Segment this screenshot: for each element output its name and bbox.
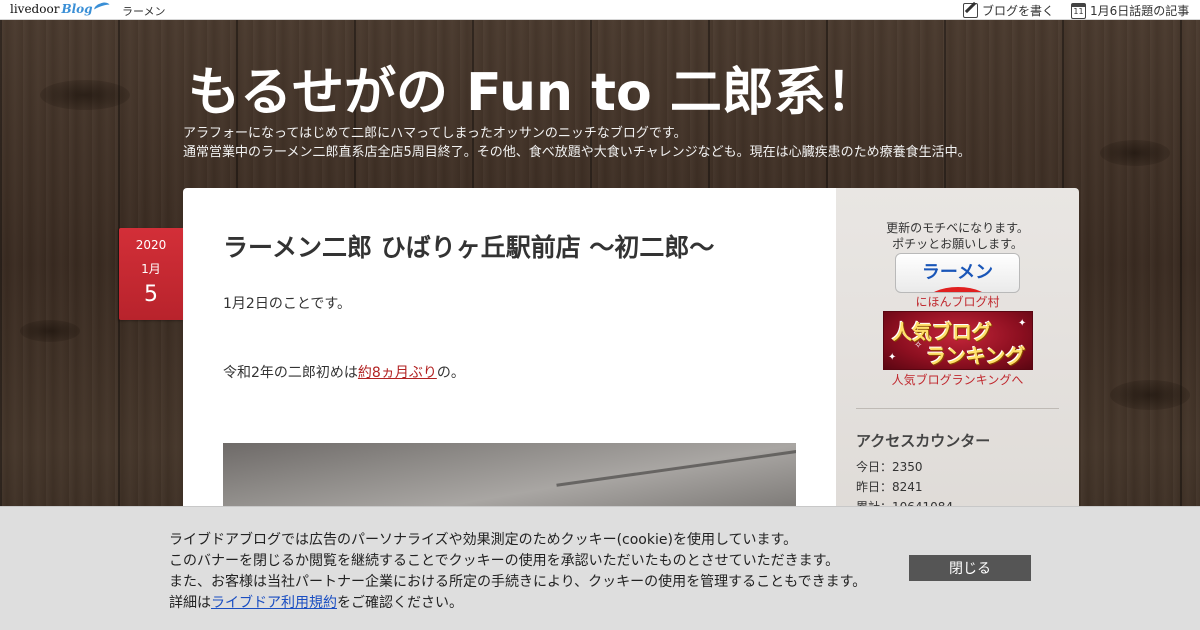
logo-blog-text: Blog: [61, 2, 93, 16]
pencil-icon: [963, 3, 978, 18]
popular-blog-ranking-banner[interactable]: 人気ブログ ランキング ✦ ✦ ✧: [883, 311, 1033, 370]
ramen-banner-label: ラーメン: [921, 262, 994, 283]
post-date-day: 5: [144, 282, 158, 307]
cookie-text-line3: また、お客様は当社パートナー企業における所定の手続きにより、クッキーの使用を管理…: [169, 574, 867, 590]
category-link[interactable]: ラーメン: [122, 3, 166, 19]
cookie-text-line4-after: をご確認ください。: [337, 595, 463, 611]
blog-description-line1: アラフォーになってはじめて二郎にハマってしまったオッサンのニッチなブログです。: [183, 126, 687, 141]
ramen-photo: [223, 443, 796, 513]
topic-articles-label: 1月6日話題の記事: [1090, 4, 1190, 18]
sparkle-icon: ✦: [1018, 318, 1027, 329]
sidebar-divider: [856, 408, 1059, 409]
post-paragraph-2-text-before: 令和2年の二郎初めは: [223, 365, 358, 381]
post-title[interactable]: ラーメン二郎 ひばりヶ丘駅前店 〜初二郎〜: [223, 228, 714, 264]
nihon-blog-mura-ramen-banner[interactable]: ラーメン: [895, 253, 1020, 293]
cookie-text-line4-before: 詳細は: [169, 595, 211, 611]
livedoor-blog-logo[interactable]: livedoor Blog: [10, 0, 111, 18]
access-counter-yesterday: 昨日：8241: [856, 480, 923, 494]
ranking-banner-line2: ランキング: [926, 344, 1026, 368]
blog-description: アラフォーになってはじめて二郎にハマってしまったオッサンのニッチなブログです。 …: [183, 124, 971, 162]
logo-swoosh-icon: [92, 0, 111, 15]
post-paragraph-2-text-after: の。: [436, 365, 465, 381]
blog-description-line2: 通常営業中のラーメン二郎直系店全店5周目終了。その他、食べ放題や大食いチャレンジ…: [183, 145, 971, 160]
sparkle-icon: ✧: [914, 340, 923, 351]
sparkle-icon: ✦: [888, 352, 897, 363]
livedoor-terms-link[interactable]: ライブドア利用規約: [211, 595, 337, 611]
sidebar-note-line2: ポチッとお願いします。: [892, 237, 1023, 251]
blog-title[interactable]: もるせがの Fun to 二郎系！: [188, 50, 878, 125]
access-counter-today: 今日：2350: [856, 460, 923, 474]
write-blog-label: ブログを書く: [982, 4, 1055, 18]
topic-articles-link[interactable]: 11 1月6日話題の記事: [1071, 2, 1189, 19]
cookie-text-line4: 詳細はライブドア利用規約をご確認ください。: [169, 592, 463, 612]
previous-visit-link[interactable]: 約8ヵ月ぶり: [358, 365, 437, 381]
cookie-text-line1: ライブドアブログでは広告のパーソナライズや効果測定のためクッキー(cookie)…: [169, 532, 798, 548]
post-date-badge: 2020 1月 5: [119, 228, 183, 320]
calendar-icon: 11: [1071, 2, 1086, 19]
cookie-text-line2: このバナーを閉じるか閲覧を継続することでクッキーの使用を承認いただいたものとさせ…: [169, 553, 840, 569]
sidebar-note-line1: 更新のモチベになります。: [886, 221, 1029, 235]
write-blog-link[interactable]: ブログを書く: [963, 2, 1054, 19]
nihon-blog-mura-link[interactable]: にほんブログ村: [836, 293, 1079, 310]
post-paragraph-1: 1月2日のことです。: [223, 296, 351, 312]
post-date-month: 1月: [141, 262, 161, 276]
top-bar: livedoor Blog ラーメン ブログを書く 11 1月6日話題の記事: [0, 0, 1200, 20]
post-date-year: 2020: [135, 238, 167, 252]
access-counter-title: アクセスカウンター: [856, 432, 991, 450]
logo-livedoor-text: livedoor: [10, 2, 60, 16]
popular-blog-ranking-link[interactable]: 人気ブログランキングへ: [836, 371, 1079, 388]
post-paragraph-2: 令和2年の二郎初めは約8ヵ月ぶりの。: [223, 362, 465, 382]
cookie-close-button[interactable]: 閉じる: [909, 555, 1031, 581]
